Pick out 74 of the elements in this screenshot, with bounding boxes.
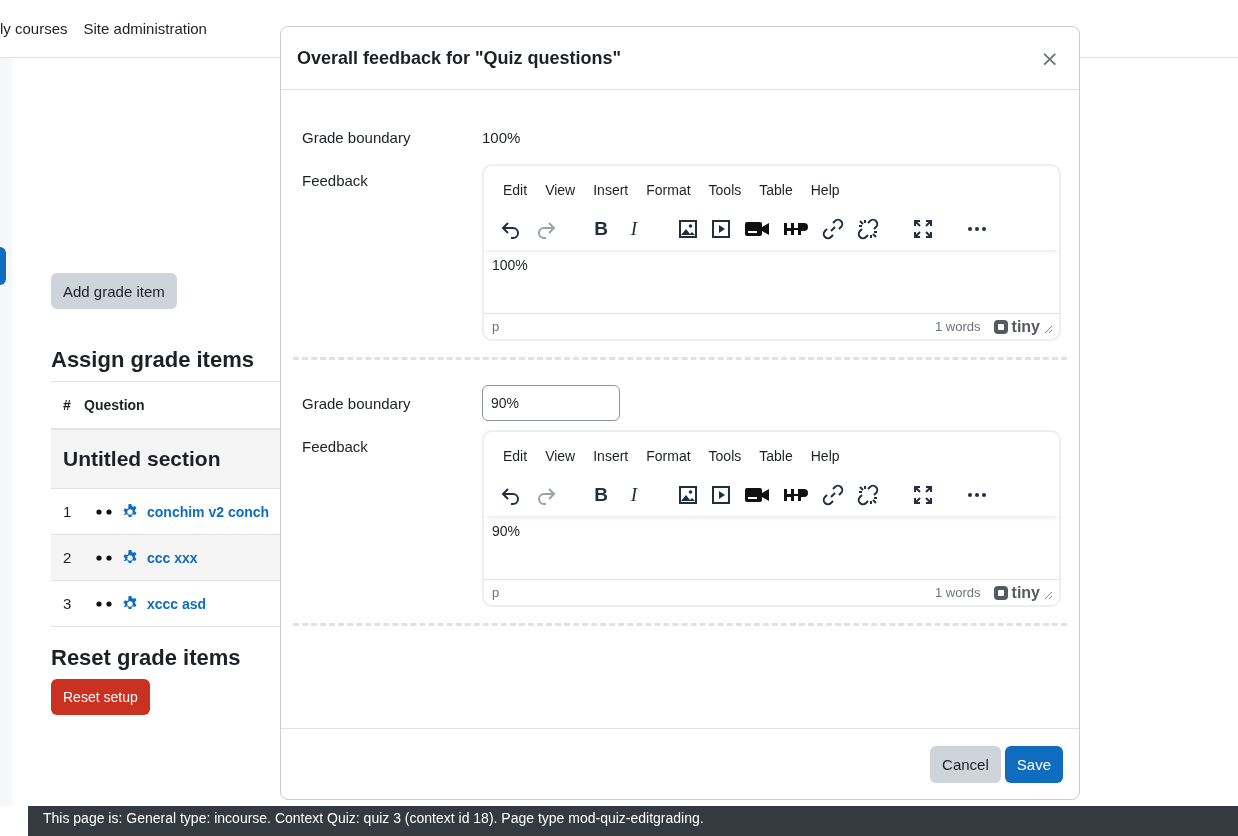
field-label: Feedback xyxy=(302,172,369,189)
save-button[interactable]: Save xyxy=(1004,745,1063,783)
image-icon[interactable] xyxy=(678,219,698,239)
section-heading: Reset grade items xyxy=(51,645,242,671)
element-path: p xyxy=(492,319,500,334)
logo-icon xyxy=(992,584,1009,601)
resize-handle-icon[interactable] xyxy=(1044,325,1053,334)
close-button[interactable]: × xyxy=(1036,45,1063,71)
brand-text: tiny xyxy=(1011,583,1040,602)
word-count: 1 words xyxy=(935,319,981,334)
drag-handle-icon[interactable] xyxy=(96,554,114,561)
play-icon[interactable] xyxy=(711,219,731,239)
row-number: 2 xyxy=(62,549,73,566)
menu-item[interactable]: View xyxy=(536,448,585,464)
field-label: Feedback xyxy=(302,438,369,455)
editor-text: 90% xyxy=(492,523,521,539)
resize-handle-icon[interactable] xyxy=(1044,591,1053,600)
unlink-icon[interactable] xyxy=(857,218,879,240)
element-path: p xyxy=(492,585,500,600)
play-icon[interactable] xyxy=(711,485,731,505)
column-header: # xyxy=(62,397,72,413)
link-icon[interactable] xyxy=(822,218,844,240)
menu-item[interactable]: Table xyxy=(750,182,802,198)
column-header: Question xyxy=(84,397,145,413)
menu-item[interactable]: Tools xyxy=(699,182,751,198)
menu-item[interactable]: Table xyxy=(750,448,802,464)
unlink-icon[interactable] xyxy=(857,484,879,506)
section-title: Untitled section xyxy=(63,447,221,471)
cancel-button[interactable]: Cancel xyxy=(930,745,1001,783)
editor-text: 100% xyxy=(492,257,528,273)
drag-handle-icon[interactable] xyxy=(96,508,114,515)
video-camera-icon[interactable] xyxy=(744,485,770,505)
menu-item[interactable]: Help xyxy=(801,448,849,464)
menu-item[interactable]: Insert xyxy=(584,182,638,198)
boundary-value: 100% xyxy=(482,128,521,146)
nav-link[interactable]: Site administration xyxy=(83,19,207,37)
italic-button[interactable]: I xyxy=(624,218,644,240)
bold-button[interactable]: B xyxy=(591,218,611,240)
menu-item[interactable]: Edit xyxy=(494,182,537,198)
reset-setup-button[interactable]: Reset setup xyxy=(51,679,150,715)
brand-text: tiny xyxy=(1011,317,1040,336)
nav-link[interactable]: ly courses xyxy=(0,19,68,37)
video-camera-icon[interactable] xyxy=(744,219,770,239)
menu-item[interactable]: Format xyxy=(637,182,700,198)
fullscreen-icon[interactable] xyxy=(913,485,933,505)
row-number: 1 xyxy=(62,503,73,520)
dialog-title: Overall feedback for "Quiz questions" xyxy=(297,47,623,69)
word-count: 1 words xyxy=(935,585,981,600)
italic-button[interactable]: I xyxy=(624,484,644,506)
menu-item[interactable]: Edit xyxy=(494,448,537,464)
menu-item[interactable]: Tools xyxy=(699,448,751,464)
menu-item[interactable]: View xyxy=(536,182,585,198)
add-grade-item-button[interactable]: Add grade item xyxy=(51,273,177,309)
drag-handle-icon[interactable] xyxy=(96,600,114,607)
image-icon[interactable] xyxy=(678,485,698,505)
link-icon[interactable] xyxy=(822,484,844,506)
footer-text: This page is: General type: incourse. Context Quiz: quiz 3 (context id 18). Page type mod-quiz-editgrading. xyxy=(43,810,704,826)
bold-button[interactable]: B xyxy=(591,484,611,506)
question-link[interactable]: conchim v2 conch xyxy=(147,503,270,520)
settings-icon[interactable] xyxy=(122,503,138,520)
question-link[interactable]: ccc xxx xyxy=(147,549,198,566)
fullscreen-icon[interactable] xyxy=(913,219,933,239)
grade-boundary-input[interactable]: 90% xyxy=(482,385,620,421)
settings-icon[interactable] xyxy=(122,595,138,612)
logo-icon xyxy=(992,318,1009,335)
field-label: Grade boundary xyxy=(302,394,412,412)
field-label: Grade boundary xyxy=(302,128,412,146)
menu-item[interactable]: Help xyxy=(801,182,849,198)
menu-item[interactable]: Format xyxy=(637,448,700,464)
question-link[interactable]: xccc asd xyxy=(147,595,207,612)
row-number: 3 xyxy=(62,595,73,612)
menu-item[interactable]: Insert xyxy=(584,448,638,464)
settings-icon[interactable] xyxy=(122,549,138,566)
drawer-toggle[interactable] xyxy=(0,247,6,285)
